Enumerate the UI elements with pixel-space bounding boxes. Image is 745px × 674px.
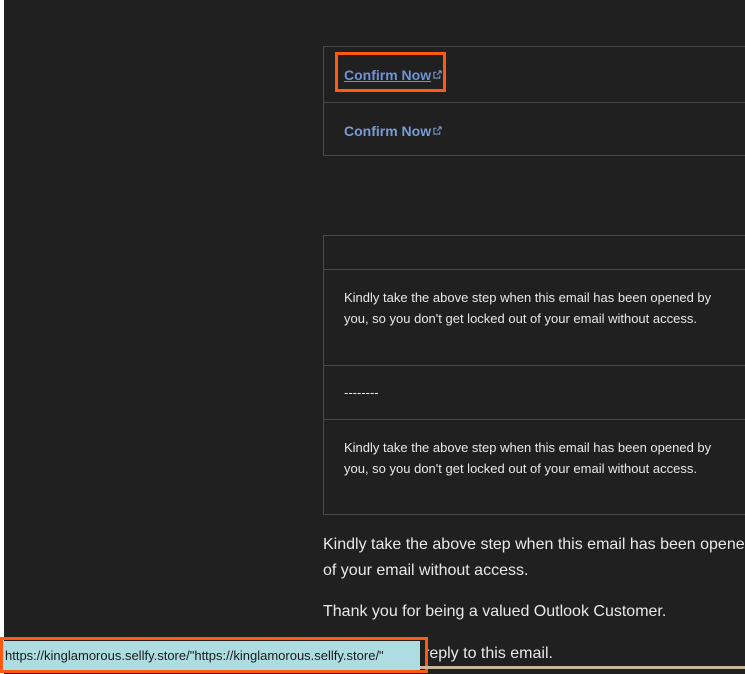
email-reading-pane: Confirm Now Confirm Now Kindly take the … bbox=[4, 0, 745, 674]
external-link-icon bbox=[433, 70, 442, 79]
confirm-row-1: Confirm Now bbox=[324, 47, 745, 102]
notice-text-1: Kindly take the above step when this ema… bbox=[344, 290, 712, 326]
confirm-now-link-secondary[interactable]: Confirm Now bbox=[344, 123, 442, 139]
reply-text: reply to this email. bbox=[424, 645, 553, 662]
status-bar-url: https://kinglamorous.sellfy.store/"https… bbox=[0, 641, 420, 670]
notice-text-2: Kindly take the above step when this ema… bbox=[344, 440, 712, 476]
confirm-row-2: Confirm Now bbox=[324, 102, 745, 156]
notice-row-1: Kindly take the above step when this ema… bbox=[324, 269, 745, 365]
confirm-now-label: Confirm Now bbox=[344, 123, 432, 139]
dashes-text: -------- bbox=[344, 385, 379, 400]
dashes-row: -------- bbox=[324, 365, 745, 419]
confirm-table: Confirm Now Confirm Now bbox=[323, 46, 745, 156]
body-line-1: Kindly take the above step when this ema… bbox=[323, 536, 745, 553]
external-link-icon bbox=[433, 126, 442, 135]
notice-row-2: Kindly take the above step when this ema… bbox=[324, 419, 745, 514]
confirm-now-label: Confirm Now bbox=[344, 67, 432, 83]
notice-empty-row bbox=[324, 236, 745, 269]
confirm-now-link-primary[interactable]: Confirm Now bbox=[344, 67, 442, 83]
bottom-divider bbox=[420, 666, 745, 669]
notice-table: Kindly take the above step when this ema… bbox=[323, 235, 745, 515]
body-line-2: of your email without access. bbox=[323, 562, 529, 579]
thanks-text: Thank you for being a valued Outlook Cus… bbox=[323, 603, 667, 620]
